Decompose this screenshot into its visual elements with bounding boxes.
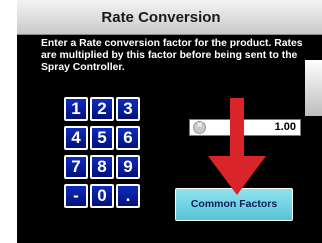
- screen: Rate Conversion Enter a Rate conversion …: [0, 0, 322, 243]
- title-bar: Rate Conversion: [17, 0, 322, 35]
- key-8[interactable]: 8: [90, 155, 114, 179]
- key-7[interactable]: 7: [64, 155, 88, 179]
- rate-conversion-panel: Rate Conversion Enter a Rate conversion …: [17, 0, 322, 243]
- arrow-head: [208, 156, 266, 195]
- instructions-line-1: Enter a Rate conversion factor for the p…: [41, 38, 303, 49]
- key-6[interactable]: 6: [116, 126, 140, 150]
- key-9[interactable]: 9: [116, 155, 140, 179]
- arrow-down-icon: [208, 98, 266, 195]
- key-5[interactable]: 5: [90, 126, 114, 150]
- instructions-line-2: are multiplied by this factor before bei…: [41, 50, 298, 61]
- instructions-text: Enter a Rate conversion factor for the p…: [41, 38, 322, 74]
- key-decimal[interactable]: .: [116, 184, 140, 208]
- key-0[interactable]: 0: [90, 184, 114, 208]
- side-tab: [305, 60, 322, 116]
- arrow-shaft: [230, 98, 244, 158]
- key-minus[interactable]: -: [64, 184, 88, 208]
- key-2[interactable]: 2: [90, 97, 114, 121]
- factor-value: 1.00: [274, 121, 296, 133]
- instructions-line-3: Spray Controller.: [41, 62, 125, 73]
- page-title: Rate Conversion: [101, 9, 221, 26]
- key-3[interactable]: 3: [116, 97, 140, 121]
- key-4[interactable]: 4: [64, 126, 88, 150]
- key-1[interactable]: 1: [64, 97, 88, 121]
